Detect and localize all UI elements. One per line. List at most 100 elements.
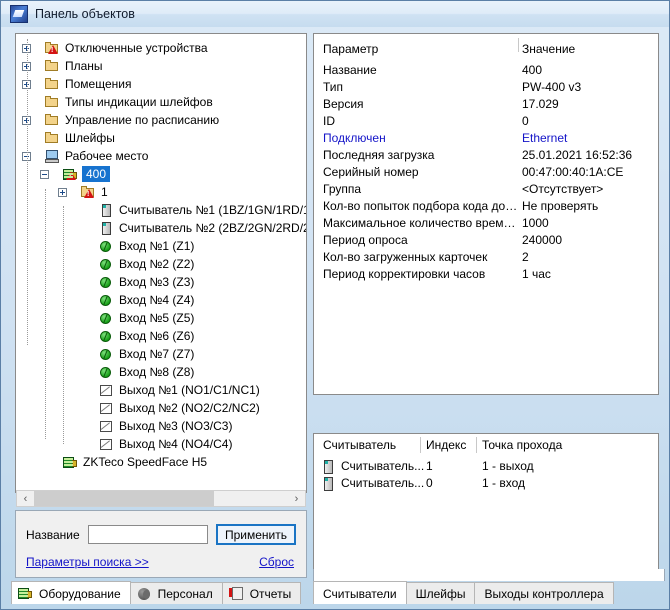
cell-index: 0: [426, 476, 433, 490]
tree-node[interactable]: Помещения: [22, 75, 131, 93]
property-name: Группа: [323, 181, 362, 196]
property-value: PW-400 v3: [522, 79, 582, 94]
output-icon: [98, 400, 114, 416]
right-tab[interactable]: Выходы контроллера: [474, 582, 614, 605]
right-tab[interactable]: Шлейфы: [405, 582, 476, 605]
search-label: Название: [26, 527, 80, 542]
property-name: Последняя загрузка: [323, 147, 435, 162]
readers-col-index[interactable]: Индекс: [426, 438, 466, 455]
input-icon: [98, 364, 114, 380]
reports-icon: [228, 587, 245, 601]
controller-icon: [62, 454, 78, 470]
tree-node[interactable]: Вход №4 (Z4): [76, 291, 194, 309]
tree-node[interactable]: Рабочее место: [22, 147, 148, 165]
tab-label: Выходы контроллера: [484, 587, 604, 601]
folder-icon: [44, 112, 60, 128]
property-name: Период корректировки часов: [323, 266, 486, 281]
tree-horizontal-scrollbar[interactable]: ‹ ›: [16, 490, 306, 507]
tree-node[interactable]: ZKTeco SpeedFace H5: [40, 453, 207, 471]
scrollbar-thumb[interactable]: [34, 491, 214, 506]
computer-icon: [44, 148, 60, 164]
search-reset-link[interactable]: Сброс: [259, 555, 294, 569]
readers-grid-row[interactable]: Считыватель... 1 1 - выход: [314, 459, 658, 476]
tree-node-label: Считыватель №2 (2BZ/2GN/2RD/2D1/2D: [119, 221, 306, 235]
window-bottom-edge: [1, 604, 669, 609]
right-tab[interactable]: Считыватели: [313, 581, 407, 605]
scroll-left-icon[interactable]: ‹: [17, 491, 34, 506]
cell-point: 1 - выход: [482, 459, 534, 473]
cell-point: 1 - вход: [482, 476, 525, 490]
folder-icon: [44, 58, 60, 74]
right-tabbar[interactable]: Считыватели Шлейфы Выходы контроллера: [313, 581, 665, 605]
tree-node-label: Вход №4 (Z4): [119, 293, 195, 307]
search-input[interactable]: [87, 525, 208, 544]
tab-equipment[interactable]: Оборудование: [11, 581, 131, 605]
tree-node-label: Вход №7 (Z7): [119, 347, 195, 361]
search-params-link[interactable]: Параметры поиска >>: [26, 555, 149, 569]
tree-node[interactable]: Считыватель №2 (2BZ/2GN/2RD/2D1/2D: [76, 219, 306, 237]
tree-node[interactable]: Выход №1 (NO1/C1/NC1): [76, 381, 260, 399]
properties-list[interactable]: Параметр Значение Название 400 Тип PW-400 v…: [313, 33, 659, 395]
alert-badge-icon: [66, 171, 76, 180]
tree-node[interactable]: Считыватель №1 (1BZ/1GN/1RD/1D1/1D: [76, 201, 306, 219]
tree-node-label: Вход №1 (Z1): [119, 239, 195, 253]
tree-node[interactable]: Планы: [22, 57, 103, 75]
readers-col-point[interactable]: Точка прохода: [482, 438, 562, 455]
property-value: 1000: [522, 215, 549, 230]
scroll-right-icon[interactable]: ›: [288, 491, 305, 506]
chip-icon: [27, 590, 32, 598]
tree-node[interactable]: 400: [40, 165, 111, 183]
tree-rail: [27, 39, 29, 345]
tab-staff[interactable]: Персонал: [129, 582, 223, 605]
readers-col-reader[interactable]: Считыватель: [323, 438, 396, 455]
tree-node[interactable]: Отключенные устройства: [22, 39, 208, 57]
reader-icon: [98, 220, 114, 236]
property-value: 25.01.2021 16:52:36: [522, 147, 633, 162]
properties-header-name: Параметр: [323, 41, 379, 56]
window-title: Панель объектов: [35, 7, 135, 21]
search-row: Название: [26, 525, 208, 544]
collapse-icon[interactable]: [40, 169, 49, 179]
property-name: Кол-во загруженных карточек: [323, 249, 488, 264]
property-value: 00:47:00:40:1A:CE: [522, 164, 624, 179]
tree-node[interactable]: Вход №7 (Z7): [76, 345, 194, 363]
tree-node-label: Вход №6 (Z6): [119, 329, 195, 343]
tree-node[interactable]: Вход №6 (Z6): [76, 327, 194, 345]
input-icon: [98, 310, 114, 326]
readers-grid[interactable]: Считыватель Индекс Точка прохода Считыва…: [313, 433, 659, 577]
tree-node[interactable]: Вход №8 (Z8): [76, 363, 194, 381]
cell-reader: Считыватель...: [341, 459, 425, 473]
tree-node[interactable]: Вход №3 (Z3): [76, 273, 194, 291]
tree-node[interactable]: Выход №3 (NO3/C3): [76, 417, 232, 435]
folder-alert-icon: [44, 40, 60, 56]
tree-node[interactable]: Вход №5 (Z5): [76, 309, 194, 327]
tab-label: Шлейфы: [415, 587, 466, 601]
property-name: Версия: [323, 96, 364, 111]
staff-icon: [137, 587, 153, 601]
tree-node[interactable]: Выход №2 (NO2/C2/NC2): [76, 399, 260, 417]
tree-scroll-area: Отключенные устройства Планы Помещения Типы…: [16, 34, 306, 492]
tree-node[interactable]: Вход №1 (Z1): [76, 237, 194, 255]
object-tree[interactable]: Отключенные устройства Планы Помещения Типы…: [15, 33, 307, 493]
readers-grid-row[interactable]: Считыватель... 0 1 - вход: [314, 476, 658, 493]
tree-node[interactable]: 1: [58, 183, 108, 201]
tree-node-label: Выход №2 (NO2/C2/NC2): [119, 401, 260, 415]
apply-button[interactable]: Применить: [215, 524, 296, 545]
expand-icon[interactable]: [58, 187, 67, 197]
titlebar: Панель объектов: [1, 1, 669, 27]
left-tabbar[interactable]: Оборудование Персонал Отчеты: [11, 581, 311, 605]
property-value: Не проверять: [522, 198, 599, 213]
tree-node-label: Помещения: [65, 77, 132, 91]
tree-node[interactable]: Выход №4 (NO4/C4): [76, 435, 232, 453]
property-name: Серийный номер: [323, 164, 419, 179]
tree-node-label: Управление по расписанию: [65, 113, 220, 127]
door-alert-icon: [80, 184, 96, 200]
property-name: Период опроса: [323, 232, 408, 247]
tree-node[interactable]: Типы индикации шлейфов: [22, 93, 213, 111]
tab-reports[interactable]: Отчеты: [221, 582, 302, 605]
property-value: 0: [522, 113, 529, 128]
search-panel: Название Применить Параметры поиска >> С…: [15, 510, 307, 578]
tree-node[interactable]: Шлейфы: [22, 129, 115, 147]
tree-node[interactable]: Управление по расписанию: [22, 111, 219, 129]
tree-node[interactable]: Вход №2 (Z2): [76, 255, 194, 273]
